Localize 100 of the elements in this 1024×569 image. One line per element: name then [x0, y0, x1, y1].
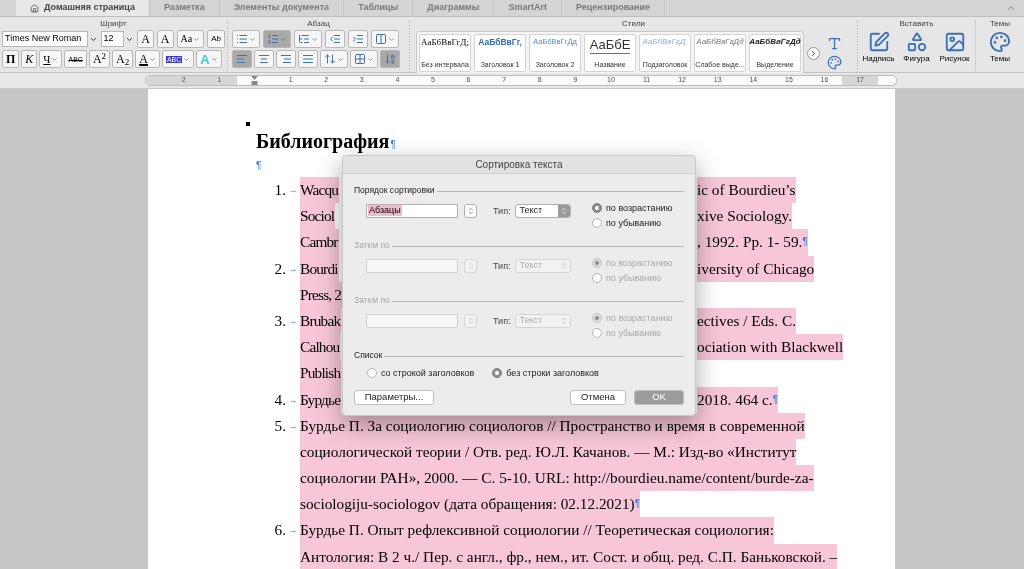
tab-mark: →	[288, 314, 298, 328]
up-down-arrows-icon	[466, 316, 475, 325]
reference-text: ociation with Blackwell	[697, 334, 844, 361]
group-label: Абзац	[307, 20, 330, 28]
tab-mark: →	[288, 419, 298, 433]
type-select[interactable]: Текст	[514, 203, 571, 218]
pilcrow-mark: ¶	[634, 491, 641, 518]
caret-icon[interactable]	[388, 35, 395, 43]
list-number: 3.	[273, 310, 286, 331]
insert-button[interactable]: Рисунок	[937, 31, 972, 65]
sup-button[interactable]: A$^{2}$	[88, 50, 111, 68]
font-name-field[interactable]: Times New Roman	[2, 31, 88, 47]
radio-label: по возрастанию	[606, 201, 673, 215]
reference-text: социологической теории / Отв. ред. Ю.Л. Качанов. — М.: Изд-во «Институт	[300, 438, 797, 466]
paragraph-button[interactable]	[276, 50, 296, 68]
paragraph-button[interactable]	[371, 30, 399, 48]
caret-icon[interactable]	[249, 35, 256, 43]
reference-text: Bourdi	[300, 255, 339, 282]
numbering-icon	[267, 33, 279, 45]
reference-text: iversity of Chicago	[697, 255, 815, 282]
paragraph-button[interactable]	[320, 50, 348, 68]
color-button[interactable]: A	[135, 50, 160, 68]
reference-text: , 1992. Pp. 1- 59.	[697, 229, 803, 256]
paragraph-button[interactable]	[232, 30, 260, 48]
type-label: Тип:	[493, 259, 511, 273]
caret-icon[interactable]	[210, 55, 218, 63]
reference-text: Press, 2	[300, 281, 343, 308]
up-down-arrows-icon	[466, 261, 475, 270]
sort-by-field[interactable]	[366, 313, 458, 328]
reference-text: xive Sociology.	[697, 203, 793, 230]
paragraph-button[interactable]	[294, 30, 322, 48]
reference-text: ic of Bourdieu’s	[697, 177, 796, 204]
indent-marker-icon[interactable]	[251, 76, 259, 85]
cancel-button[interactable]: Отмена	[570, 389, 626, 405]
up-down-arrows-icon	[559, 206, 568, 215]
multilevel-list-icon	[298, 33, 310, 45]
more-styles-button[interactable]	[807, 46, 820, 60]
collapse-ribbon-icon[interactable]	[1006, 3, 1016, 13]
radio-button[interactable]	[592, 203, 602, 214]
grow-button[interactable]: A	[137, 30, 154, 48]
section-label: Затем по	[354, 294, 390, 307]
caret-icon[interactable]	[311, 35, 318, 43]
paragraph-button[interactable]	[350, 50, 378, 68]
paragraph-button[interactable]	[263, 30, 291, 48]
paragraph-button[interactable]	[348, 30, 368, 48]
sort-by-field[interactable]	[366, 258, 458, 273]
reference-text: Publish	[300, 360, 342, 387]
picture-icon	[943, 31, 966, 53]
case-button[interactable]: Aa	[176, 30, 205, 48]
pilcrow-mark: ¶	[772, 386, 778, 413]
section-label: Затем по	[354, 239, 390, 252]
reference-text: Wacqu	[300, 177, 340, 204]
paragraph-button[interactable]	[254, 50, 274, 68]
paragraph-button[interactable]	[232, 50, 252, 68]
caret-icon[interactable]	[51, 55, 59, 63]
align-right-icon	[280, 53, 292, 65]
insert-button[interactable]: Фигура	[899, 31, 934, 65]
caret-icon[interactable]	[280, 35, 287, 43]
radio-label: со строкой заголовков	[381, 366, 475, 380]
underline-button[interactable]: Ч	[39, 50, 63, 68]
pilcrow-mark: ¶	[390, 138, 396, 152]
shrink-button[interactable]: A	[156, 30, 174, 48]
bold-button[interactable]: П	[2, 50, 20, 68]
sub-button[interactable]: A$_{2}$	[112, 50, 134, 68]
ribbon-tab[interactable]: Домашняя страница	[16, 0, 150, 16]
list-number: 4.	[273, 389, 286, 410]
caret-icon[interactable]	[183, 55, 191, 63]
stepper-button[interactable]	[464, 203, 477, 218]
up-down-arrows-icon	[466, 206, 475, 215]
reference-text: Sociol	[300, 203, 336, 230]
reference-text: Brubak	[300, 307, 342, 335]
radio-button[interactable]	[592, 218, 602, 229]
caret-icon[interactable]	[337, 55, 344, 63]
radio-button[interactable]	[492, 368, 503, 379]
themes-button[interactable]: Темы	[989, 31, 1011, 65]
options-button[interactable]: Параметры...	[354, 389, 434, 405]
sort-by-field[interactable]: Абзацы	[366, 203, 458, 218]
caret-icon[interactable]	[148, 55, 156, 63]
up-down-arrows-icon	[559, 261, 568, 270]
paragraph-button[interactable]	[325, 30, 345, 48]
caret-icon[interactable]	[367, 55, 374, 63]
tab-mark: →	[288, 184, 298, 197]
type-label: Тип:	[493, 204, 511, 218]
reference-text: sociologiju-sociologov (дата обращения: 02.12.2021)	[300, 491, 635, 518]
reference-text: социологии РАН», 2000. — С. 5-10. URL: http://bourdieu.name/content/burde-za-	[300, 465, 814, 492]
paragraph-button[interactable]	[298, 50, 318, 68]
font-size-field[interactable]: 12	[100, 31, 125, 47]
reference-text: Бурдье	[300, 386, 342, 413]
italic-button[interactable]: К	[21, 50, 38, 68]
insert-button[interactable]: Надпись	[861, 31, 896, 65]
dialog-title: Сортировка текста	[343, 156, 695, 174]
paragraph-button[interactable]	[380, 50, 400, 68]
section-label: Список	[354, 349, 383, 362]
styles-pane-icon[interactable]	[827, 36, 842, 51]
align-left-icon	[236, 53, 248, 65]
clear-button[interactable]: Ab	[207, 30, 225, 48]
caret-icon[interactable]	[193, 35, 201, 43]
radio-button[interactable]	[367, 368, 377, 379]
pilcrow-mark: ¶	[256, 160, 262, 171]
list-number: 6.	[273, 520, 286, 541]
